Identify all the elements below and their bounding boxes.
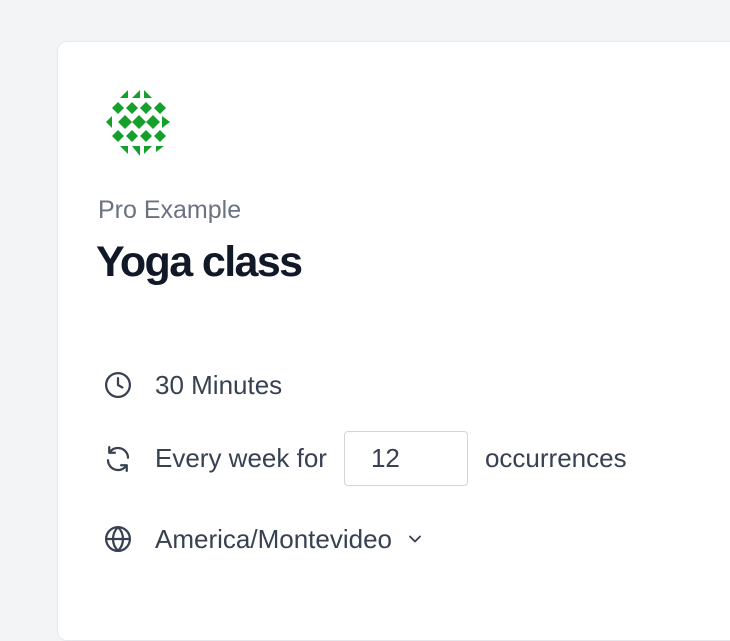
refresh-icon <box>102 443 134 475</box>
duration-text: 30 Minutes <box>155 369 283 400</box>
event-owner-label: Pro Example <box>98 196 242 224</box>
recurrence-suffix: occurrences <box>484 443 627 473</box>
chevron-down-icon <box>404 528 426 550</box>
duration-row: 30 Minutes <box>102 369 282 401</box>
event-title: Yoga class <box>96 238 303 286</box>
booking-card: Pro Example Yoga class 30 Minutes Every … <box>57 41 730 641</box>
brand-logo <box>102 86 178 162</box>
occurrences-input[interactable] <box>343 431 468 486</box>
recurrence-prefix: Every week for <box>155 443 327 473</box>
recurrence-row: Every week for occurrences <box>102 431 627 486</box>
timezone-value: America/Montevideo <box>155 523 392 554</box>
timezone-select[interactable]: America/Montevideo <box>155 524 426 555</box>
clock-icon <box>102 369 134 401</box>
globe-icon <box>102 523 134 555</box>
timezone-row: America/Montevideo <box>102 523 426 555</box>
